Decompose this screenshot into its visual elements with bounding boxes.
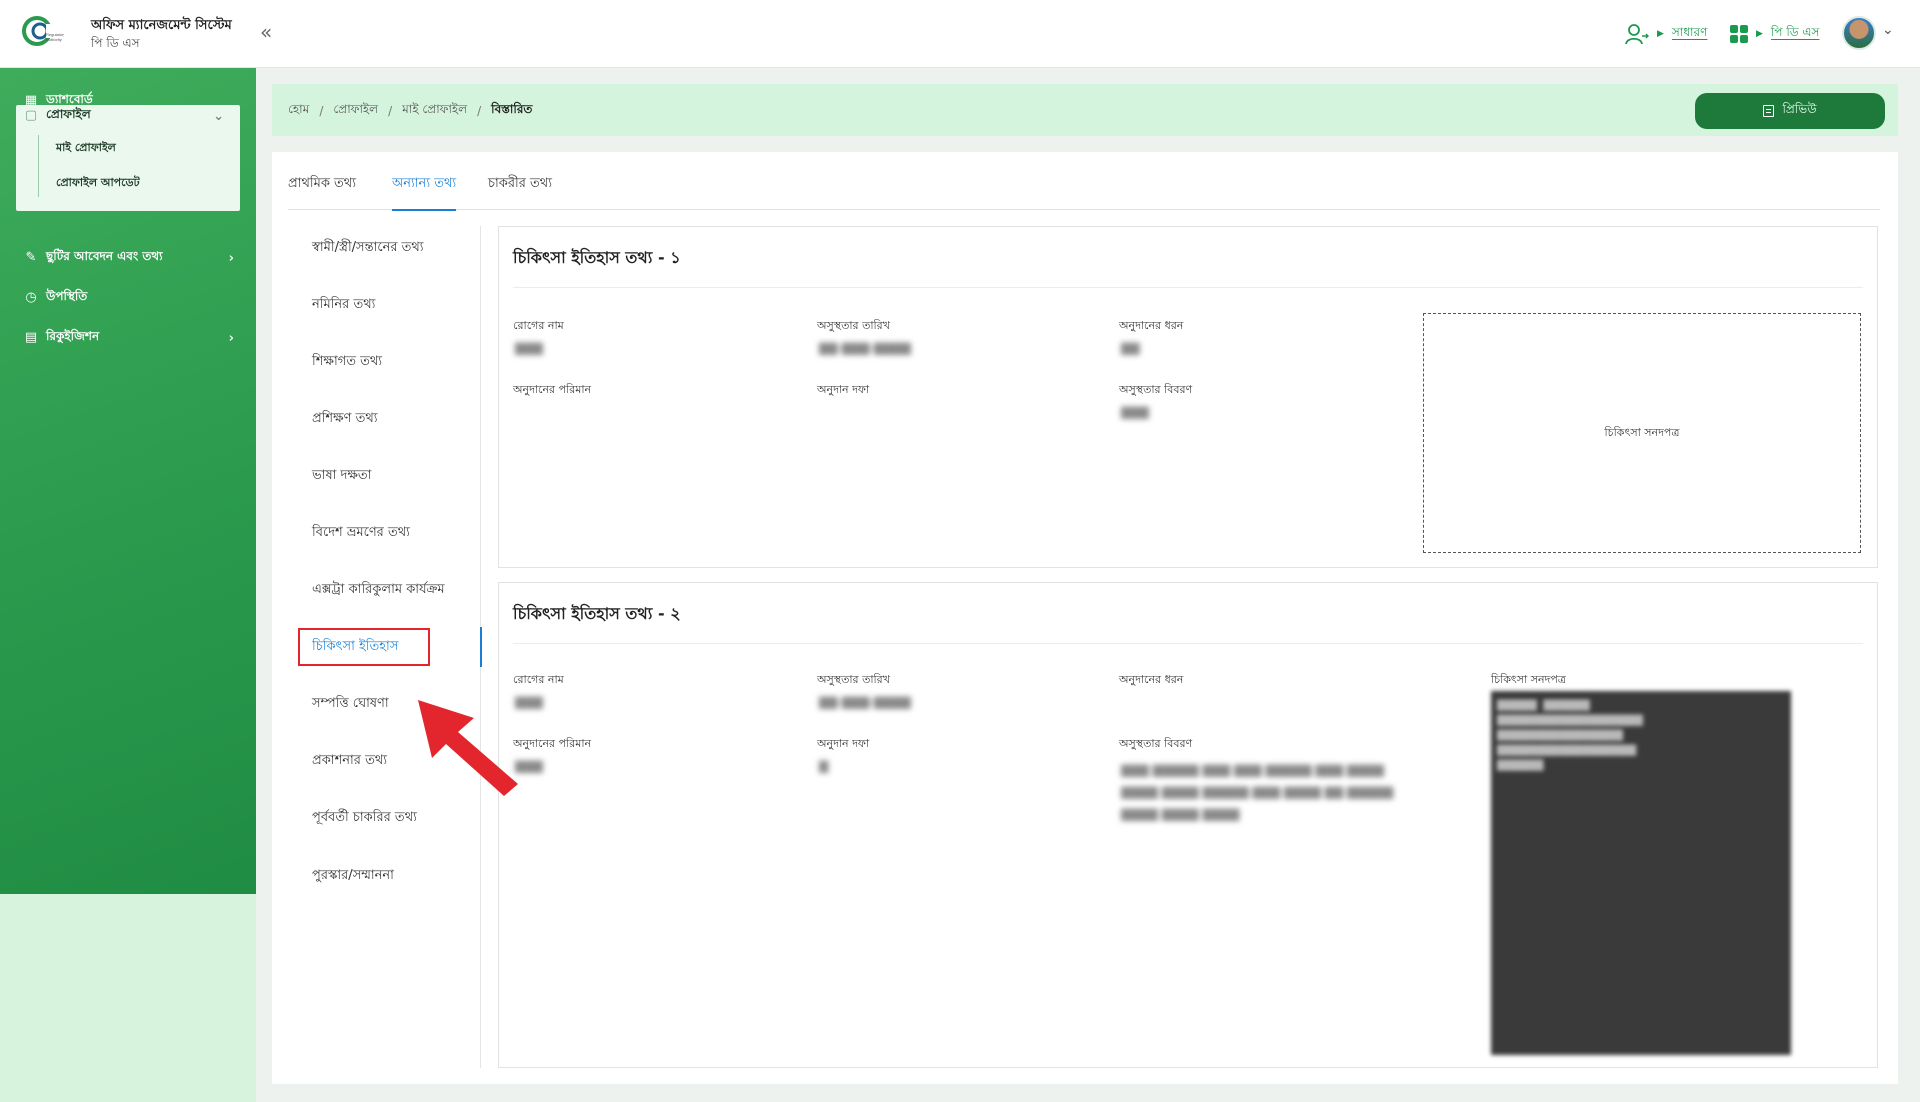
medical-record-card: চিকিৎসা ইতিহাস তথ্য - ২ রোগের নাম ▇▇▇ অস… — [498, 582, 1878, 1068]
grant-amount-label: অনুদানের পরিমান — [513, 737, 592, 750]
svg-text:Authority: Authority — [46, 37, 62, 42]
chevron-down-icon[interactable]: ⌄ — [1882, 22, 1894, 38]
disease-label: রোগের নাম — [513, 319, 564, 332]
preview-button-label: প্রিভিউ — [1782, 102, 1817, 116]
app-link[interactable]: পি ডি এস — [1771, 24, 1820, 44]
side-item-education[interactable]: শিক্ষাগত তথ্য — [312, 352, 382, 373]
illness-details-label: অসুস্থতার বিবরণ — [1119, 383, 1193, 396]
medical-record-card: চিকিৎসা ইতিহাস তথ্য - ১ রোগের নাম ▇▇▇ অস… — [498, 226, 1878, 568]
sidebar-item-label: প্রোফাইল — [46, 107, 91, 121]
requisition-icon: ▤ — [24, 330, 38, 345]
preview-button[interactable]: প্রিভিউ — [1695, 93, 1885, 129]
record-title: চিকিৎসা ইতিহাস তথ্য - ২ — [513, 604, 681, 623]
sidebar: ▦ ড্যাশবোর্ড ▢ প্রোফাইল ⌄ মাই প্রোফাইল প… — [0, 68, 256, 894]
side-item-publications[interactable]: প্রকাশনার তথ্য — [312, 751, 387, 772]
app-title: অফিস ম্যানেজমেন্ট সিস্টেম — [91, 18, 232, 33]
collapse-sidebar-icon[interactable]: « — [260, 22, 272, 42]
app-subtitle: পি ডি এস — [91, 36, 140, 50]
clock-icon: ◷ — [25, 290, 37, 305]
active-indicator — [480, 627, 482, 667]
medical-certificate-placeholder[interactable]: চিকিৎসা সনদপত্র — [1423, 313, 1861, 553]
sidebar-item-requisition[interactable]: ▤ রিকুইজিশন › — [24, 327, 234, 349]
sidebar-item-profile[interactable]: ▢ প্রোফাইল ⌄ — [24, 105, 232, 127]
sidebar-footer — [0, 894, 256, 1102]
record-title: চিকিৎসা ইতিহাস তথ্য - ১ — [513, 248, 681, 267]
side-item-language[interactable]: ভাষা দক্ষতা — [312, 466, 371, 487]
grant-section-label: অনুদান দফা — [817, 737, 870, 750]
sidebar-item-label: উপস্থিতি — [46, 289, 88, 303]
tab-basic-info[interactable]: প্রাথমিক তথ্য — [288, 174, 356, 209]
role-switcher[interactable]: ▶ সাধারণ — [1625, 20, 1707, 48]
profile-icon: ▢ — [24, 108, 38, 123]
breadcrumb-my-profile[interactable]: মাই প্রোফাইল — [402, 101, 467, 121]
tab-other-info[interactable]: অন্যান্য তথ্য — [392, 174, 457, 211]
grant-section-label: অনুদান দফা — [817, 383, 870, 396]
illness-details-value: ▇▇▇ — [1121, 405, 1149, 419]
breadcrumb-separator: / — [477, 104, 482, 118]
sidebar-item-attendance[interactable]: ◷ উপস্থিতি — [24, 287, 234, 309]
illness-date-label: অসুস্থতার তারিখ — [817, 673, 890, 686]
side-item-previous-jobs[interactable]: পূর্ববর্তী চাকরির তথ্য — [312, 808, 417, 829]
breadcrumb-separator: / — [319, 104, 324, 118]
side-item-foreign-travel[interactable]: বিদেশ ভ্রমণের তথ্য — [312, 523, 410, 544]
tab-job-info[interactable]: চাকরীর তথ্য — [488, 174, 552, 209]
profile-submenu: ▢ প্রোফাইল ⌄ মাই প্রোফাইল প্রোফাইল আপডেট — [16, 105, 240, 211]
sidebar-subitem-my-profile[interactable]: মাই প্রোফাইল — [56, 139, 116, 158]
user-avatar[interactable] — [1842, 16, 1876, 50]
certificate-image[interactable]: ▇▇▇▇▇▇ ▇▇▇▇▇▇▇ ▇▇▇▇▇▇▇▇▇▇▇▇▇▇▇▇▇▇▇▇▇▇ ▇▇▇▇… — [1491, 691, 1791, 1055]
illness-date-value: ▇▇-▇▇▇-▇▇▇▇ — [819, 695, 911, 709]
certificate-label: চিকিৎসা সনদপত্র — [1491, 673, 1566, 686]
role-link[interactable]: সাধারণ — [1672, 24, 1707, 44]
breadcrumb: হোম / প্রোফাইল / মাই প্রোফাইল / বিস্তারি… — [288, 101, 532, 121]
breadcrumb-profile[interactable]: প্রোফাইল — [333, 101, 378, 121]
side-item-family[interactable]: স্বামী/স্ত্রী/সন্তানের তথ্য — [312, 238, 424, 259]
document-icon — [1763, 105, 1775, 117]
top-header: Regulatory Authority অফিস ম্যানেজমেন্ট স… — [0, 0, 1920, 68]
illness-date-label: অসুস্থতার তারিখ — [817, 319, 890, 332]
sidebar-item-label: রিকুইজিশন — [46, 329, 100, 343]
side-item-medical-history[interactable]: চিকিৎসা ইতিহাস — [312, 637, 398, 658]
leave-icon: ✎ — [25, 250, 37, 265]
breadcrumb-home[interactable]: হোম — [288, 101, 309, 121]
sidebar-item-leave[interactable]: ✎ ছুটির আবেদন এবং তথ্য › — [24, 247, 234, 269]
chevron-right-icon: › — [228, 250, 234, 266]
annotation-arrow-icon — [418, 700, 518, 796]
grant-section-value: ▇ — [819, 759, 829, 773]
grant-type-label: অনুদানের ধরন — [1119, 319, 1184, 332]
disease-label: রোগের নাম — [513, 673, 564, 686]
illness-details-label: অসুস্থতার বিবরণ — [1119, 737, 1193, 750]
side-item-training[interactable]: প্রশিক্ষণ তথ্য — [312, 409, 378, 430]
record-divider — [513, 287, 1863, 288]
chevron-down-icon: ⌄ — [213, 108, 224, 124]
logo-icon: Regulatory Authority — [22, 16, 64, 46]
apps-grid-icon — [1730, 25, 1748, 43]
breadcrumb-current: বিস্তারিত — [491, 102, 533, 116]
tab-bar: প্রাথমিক তথ্য অন্যান্য তথ্য চাকরীর তথ্য — [288, 170, 1880, 211]
illness-date-value: ▇▇-▇▇▇-▇▇▇▇ — [819, 341, 911, 355]
side-item-extracurricular[interactable]: এক্সট্রা কারিকুলাম কার্যক্রম — [312, 580, 445, 601]
caret-right-icon: ▶ — [1756, 29, 1763, 39]
chevron-right-icon: › — [228, 330, 234, 346]
side-item-asset-declaration[interactable]: সম্পত্তি ঘোষণা — [312, 694, 389, 715]
record-divider — [513, 643, 1863, 644]
app-switcher[interactable]: ▶ পি ডি এস — [1730, 20, 1819, 48]
side-item-awards[interactable]: পুরস্কার/সম্মাননা — [312, 866, 394, 887]
grant-amount-label: অনুদানের পরিমান — [513, 383, 592, 396]
grant-type-label: অনুদানের ধরন — [1119, 673, 1184, 686]
caret-right-icon: ▶ — [1657, 29, 1664, 39]
illness-details-value: ▇▇▇ ▇▇▇▇▇ ▇▇▇ ▇▇▇ ▇▇▇▇▇ ▇▇▇ ▇▇▇▇ ▇▇▇▇ ▇▇… — [1121, 763, 1394, 821]
disease-value: ▇▇▇ — [515, 341, 543, 355]
breadcrumb-separator: / — [388, 104, 393, 118]
certificate-label: চিকিৎসা সনদপত্র — [1604, 425, 1680, 439]
sidebar-item-label: ছুটির আবেদন এবং তথ্য — [46, 249, 163, 263]
user-switch-icon — [1625, 24, 1649, 45]
submenu-line — [38, 135, 39, 197]
side-item-nominee[interactable]: নমিনির তথ্য — [312, 295, 375, 316]
grant-type-value: ▇▇ — [1121, 341, 1140, 355]
sidebar-subitem-profile-update[interactable]: প্রোফাইল আপডেট — [56, 174, 140, 193]
